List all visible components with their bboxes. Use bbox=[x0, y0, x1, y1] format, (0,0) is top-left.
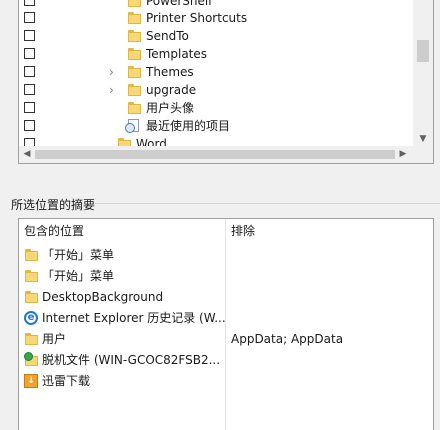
folder-icon bbox=[24, 289, 40, 305]
scroll-right-arrow-icon[interactable]: ▶ bbox=[395, 146, 411, 163]
scroll-down-arrow-icon[interactable]: ▼ bbox=[413, 132, 433, 146]
tree-item-themes[interactable]: › Themes bbox=[19, 63, 413, 81]
recent-items-icon bbox=[125, 118, 141, 134]
tree-item-checkbox[interactable] bbox=[24, 102, 35, 113]
folder-icon bbox=[127, 10, 143, 26]
vertical-scroll-thumb[interactable] bbox=[417, 40, 429, 62]
folder-icon bbox=[24, 268, 40, 284]
location-tree: PowerShell Printer Shortcuts SendTo Temp… bbox=[19, 0, 413, 146]
internet-explorer-icon: e bbox=[24, 310, 40, 326]
offline-files-icon bbox=[24, 352, 40, 368]
list-item[interactable]: 「开始」菜单 bbox=[19, 245, 433, 266]
tree-item-label: Themes bbox=[146, 65, 194, 79]
folder-icon bbox=[127, 100, 143, 116]
list-item[interactable]: DesktopBackground bbox=[19, 287, 433, 308]
tree-horizontal-scrollbar[interactable]: ◀ ▶ bbox=[19, 146, 413, 163]
included-location: 迅雷下载 bbox=[42, 374, 91, 388]
tree-item-word[interactable]: Word bbox=[19, 135, 413, 146]
folder-icon bbox=[24, 247, 40, 263]
tree-item-upgrade[interactable]: › upgrade bbox=[19, 81, 413, 99]
folder-icon bbox=[127, 46, 143, 62]
tree-vertical-scrollbar[interactable]: ▼ bbox=[413, 0, 433, 146]
tree-item-label: 最近使用的项目 bbox=[146, 119, 231, 133]
list-item[interactable]: 用户 AppData; AppData bbox=[19, 329, 433, 350]
tree-item-printer-shortcuts[interactable]: Printer Shortcuts bbox=[19, 9, 413, 27]
location-tree-panel: PowerShell Printer Shortcuts SendTo Temp… bbox=[18, 0, 434, 164]
tree-item-label: upgrade bbox=[146, 83, 197, 97]
included-location: Internet Explorer 历史记录 (W... bbox=[42, 311, 226, 325]
tree-item-checkbox[interactable] bbox=[24, 0, 35, 6]
included-location: 「开始」菜单 bbox=[42, 248, 115, 262]
tree-item-user-avatars[interactable]: 用户头像 bbox=[19, 99, 413, 117]
tree-item-recent-items[interactable]: 最近使用的项目 bbox=[19, 117, 413, 135]
tree-item-checkbox[interactable] bbox=[24, 66, 35, 77]
folder-icon bbox=[127, 0, 143, 9]
xunlei-icon: ↓ bbox=[24, 373, 40, 389]
included-location: 用户 bbox=[42, 332, 67, 346]
summary-list: 包含的位置 排除 「开始」菜单 「开始」菜单 DesktopBackground… bbox=[18, 218, 434, 430]
tree-item-checkbox[interactable] bbox=[24, 138, 35, 146]
column-header-included[interactable]: 包含的位置 bbox=[24, 219, 84, 243]
summary-section-title: 所选位置的摘要 bbox=[11, 198, 96, 212]
included-location: 脱机文件 (WIN-GCOC82FSB2... bbox=[42, 353, 221, 367]
chevron-right-icon[interactable]: › bbox=[109, 83, 119, 97]
group-divider bbox=[95, 203, 440, 204]
tree-item-checkbox[interactable] bbox=[24, 30, 35, 41]
list-item[interactable]: e Internet Explorer 历史记录 (W... bbox=[19, 308, 433, 329]
tree-item-label: Templates bbox=[146, 47, 208, 61]
horizontal-scroll-thumb[interactable] bbox=[35, 150, 395, 159]
tree-item-checkbox[interactable] bbox=[24, 48, 35, 59]
folder-icon bbox=[127, 64, 143, 80]
tree-item-label: PowerShell bbox=[146, 0, 212, 8]
tree-item-checkbox[interactable] bbox=[24, 120, 35, 131]
folder-icon bbox=[127, 82, 143, 98]
list-item[interactable]: ↓ 迅雷下载 bbox=[19, 371, 433, 392]
folder-icon bbox=[117, 136, 133, 146]
tree-item-templates[interactable]: Templates bbox=[19, 45, 413, 63]
chevron-right-icon[interactable]: › bbox=[109, 65, 119, 79]
excluded-location: AppData; AppData bbox=[231, 332, 344, 346]
folder-icon bbox=[127, 28, 143, 44]
tree-item-label: Word bbox=[136, 137, 167, 146]
folder-icon bbox=[24, 331, 40, 347]
tree-item-checkbox[interactable] bbox=[24, 12, 35, 23]
tree-item-label: 用户头像 bbox=[146, 101, 195, 115]
included-location: 「开始」菜单 bbox=[42, 269, 115, 283]
list-item[interactable]: 脱机文件 (WIN-GCOC82FSB2... bbox=[19, 350, 433, 371]
tree-item-label: Printer Shortcuts bbox=[146, 11, 248, 25]
tree-item-checkbox[interactable] bbox=[24, 84, 35, 95]
tree-item-sendto[interactable]: SendTo bbox=[19, 27, 413, 45]
column-header-excluded[interactable]: 排除 bbox=[231, 219, 255, 243]
list-item[interactable]: 「开始」菜单 bbox=[19, 266, 433, 287]
scrollbar-corner bbox=[413, 146, 433, 163]
included-location: DesktopBackground bbox=[42, 290, 164, 304]
tree-item-label: SendTo bbox=[146, 29, 189, 43]
scroll-left-arrow-icon[interactable]: ◀ bbox=[19, 146, 35, 163]
